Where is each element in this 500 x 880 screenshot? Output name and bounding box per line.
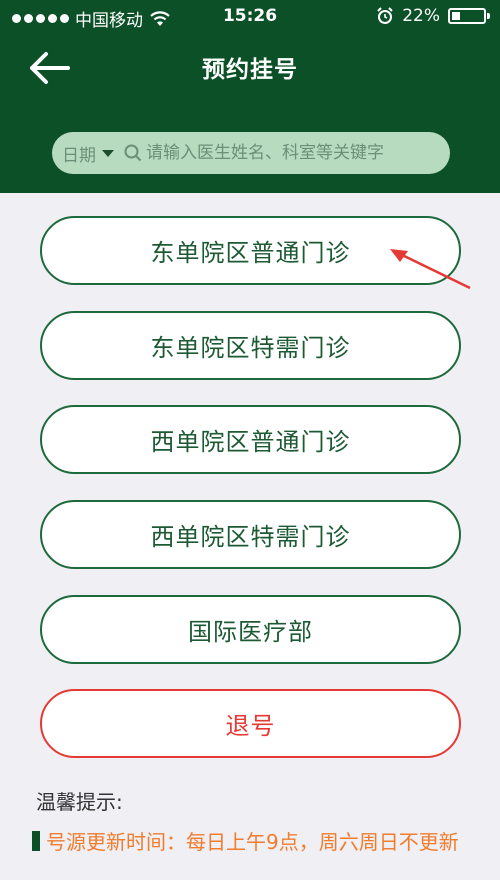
cancel-appointment-button[interactable]: 退号 (40, 689, 461, 758)
app-header: 中国移动 15:26 22% 预约挂号 日期 (0, 0, 500, 193)
tip-marker (32, 831, 40, 851)
alarm-icon (377, 7, 393, 24)
xidan-general-clinic-button[interactable]: 西单院区普通门诊 (40, 405, 461, 474)
annotation-arrow-icon (390, 249, 471, 290)
tips-heading: 温馨提示: (36, 790, 123, 814)
page-title: 预约挂号 (202, 57, 298, 83)
date-filter-dropdown[interactable]: 日期 (62, 141, 114, 166)
date-filter-label: 日期 (62, 145, 96, 166)
status-bar: 中国移动 15:26 22% (0, 0, 500, 34)
search-input[interactable] (146, 143, 416, 163)
battery-icon (448, 8, 490, 24)
tip-text: 号源更新时间：每日上午9点，周六周日不更新 (32, 826, 472, 858)
tip-text-content: 号源更新时间：每日上午9点，周六周日不更新 (46, 830, 459, 854)
search-bar[interactable]: 日期 (52, 132, 450, 174)
search-icon (124, 144, 142, 162)
dongdan-special-clinic-button[interactable]: 东单院区特需门诊 (40, 311, 461, 380)
xidan-special-clinic-button[interactable]: 西单院区特需门诊 (40, 500, 461, 569)
international-medical-button[interactable]: 国际医疗部 (40, 595, 461, 664)
chevron-down-icon (102, 149, 114, 157)
battery-percent: 22% (402, 6, 440, 26)
